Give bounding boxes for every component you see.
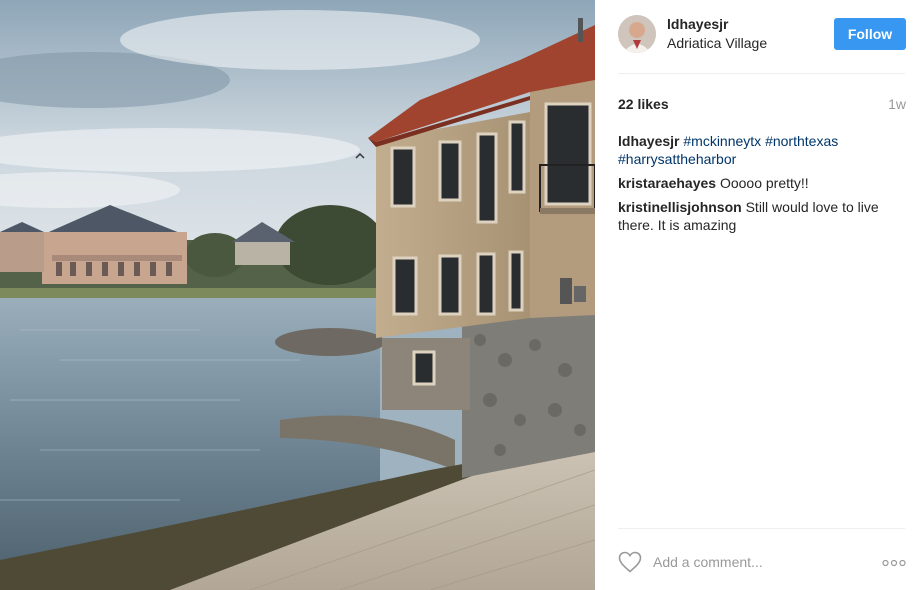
comments-list: ldhayesjr #mckinneytx #northtexas #harry… — [618, 132, 910, 240]
likes-count[interactable]: 22 likes — [618, 96, 669, 112]
add-comment-input[interactable] — [653, 551, 853, 573]
user-avatar-image — [618, 15, 656, 53]
avatar[interactable] — [618, 15, 656, 53]
post-details-panel: ldhayesjr Adriatica Village Follow 22 li… — [595, 0, 921, 590]
hashtag-link[interactable]: #harrysattheharbor — [618, 151, 736, 167]
comment-text: Ooooo pretty!! — [719, 175, 809, 191]
post-header: ldhayesjr Adriatica Village Follow — [595, 0, 921, 74]
more-options-icon[interactable] — [882, 559, 906, 567]
comment-author[interactable]: kristinellisjohnson — [618, 199, 742, 215]
hashtag-link[interactable]: #northtexas — [765, 133, 838, 149]
comment-bar — [595, 529, 921, 590]
follow-button[interactable]: Follow — [834, 18, 906, 50]
comment-item: kristinellisjohnson Still would love to … — [618, 198, 910, 234]
caption-author[interactable]: ldhayesjr — [618, 133, 679, 149]
heart-outline-icon[interactable] — [618, 551, 642, 573]
post-author-username[interactable]: ldhayesjr — [667, 16, 728, 32]
lakeside-villa-photo — [0, 0, 595, 590]
hashtag-link[interactable]: #mckinneytx — [683, 133, 761, 149]
post-timestamp[interactable]: 1w — [888, 96, 906, 112]
header-divider — [618, 73, 905, 74]
post-location[interactable]: Adriatica Village — [667, 35, 767, 51]
comment-author[interactable]: kristaraehayes — [618, 175, 716, 191]
caption: ldhayesjr #mckinneytx #northtexas #harry… — [618, 132, 910, 168]
post-photo[interactable] — [0, 0, 595, 590]
comment-item: kristaraehayes Ooooo pretty!! — [618, 174, 910, 192]
